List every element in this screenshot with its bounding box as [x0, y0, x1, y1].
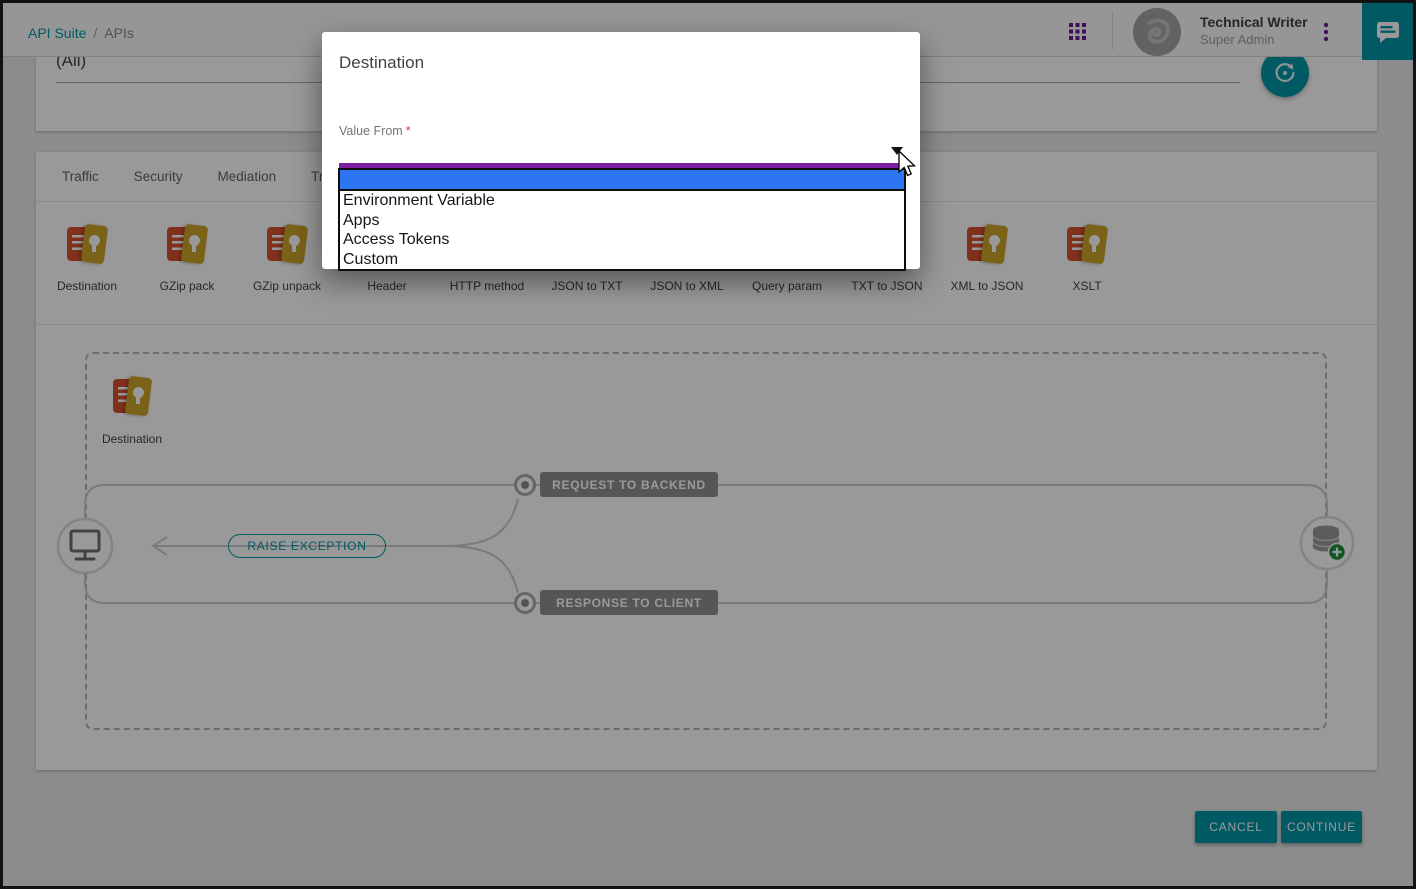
dropdown-options: Environment Variable Apps Access Tokens Cus…	[340, 191, 904, 269]
modal-title: Destination	[339, 53, 425, 72]
value-from-label: Value From *	[339, 124, 411, 138]
required-asterisk: *	[405, 124, 411, 138]
dropdown-option[interactable]: Apps	[340, 211, 904, 231]
dropdown-option[interactable]: Environment Variable	[340, 191, 904, 211]
dropdown-option[interactable]: Custom	[340, 250, 904, 270]
dropdown-arrow-icon[interactable]	[891, 147, 903, 155]
value-from-select[interactable]	[339, 145, 906, 163]
value-from-label-text: Value From	[339, 124, 403, 138]
dropdown-option-blank[interactable]	[340, 170, 904, 191]
value-from-dropdown-list: Environment Variable Apps Access Tokens Cus…	[338, 168, 906, 271]
destination-modal: Destination Value From * Environment Vari…	[322, 32, 920, 271]
dropdown-option[interactable]: Access Tokens	[340, 230, 904, 250]
